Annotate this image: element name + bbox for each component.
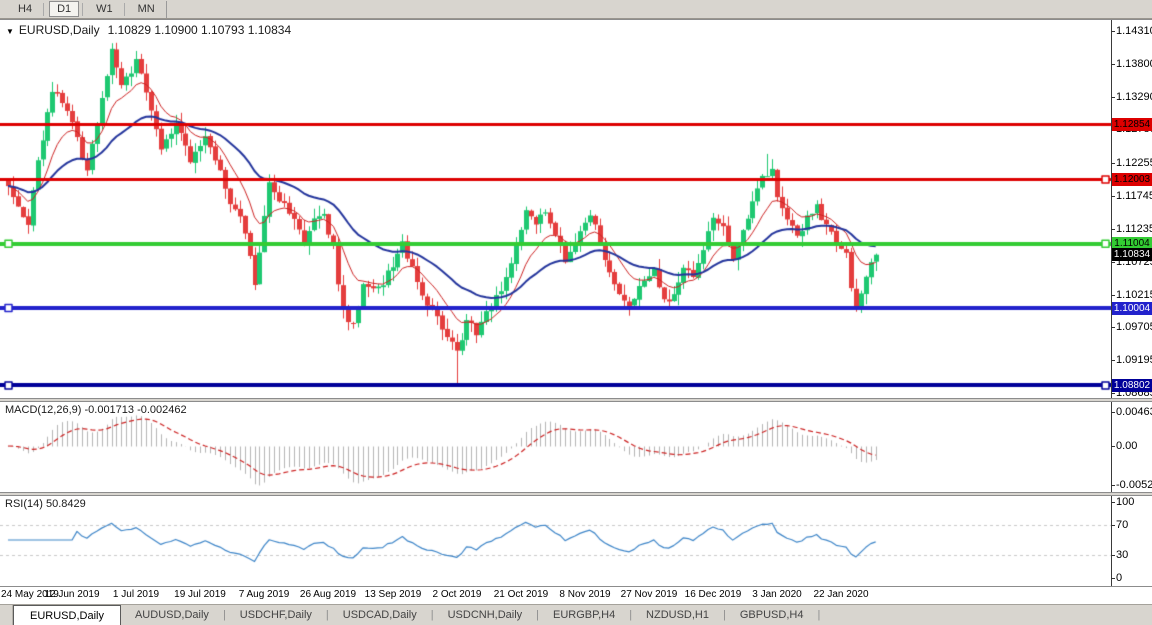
price-tick-label: 1.11745 xyxy=(1116,190,1152,202)
price-tick-label: 1.14310 xyxy=(1116,25,1152,37)
date-label: 3 Jan 2020 xyxy=(745,589,809,600)
toolbar-separator xyxy=(124,3,125,16)
tab-eurgbp-h4[interactable]: EURGBP,H4 xyxy=(539,605,629,625)
macd-name: MACD(12,26,9) xyxy=(5,404,81,416)
rsi-canvas[interactable] xyxy=(0,496,1111,586)
timeframe-button-h4[interactable]: H4 xyxy=(10,1,40,17)
rsi-value: 50.8429 xyxy=(46,498,86,510)
tab-usdchf-daily[interactable]: USDCHF,Daily xyxy=(226,605,326,625)
chart-symbol-label: EURUSD,Daily xyxy=(19,23,100,37)
main-chart-canvas[interactable] xyxy=(0,20,1111,398)
timeframe-button-mn[interactable]: MN xyxy=(130,1,163,17)
price-level-label[interactable]: 1.10004 xyxy=(1112,302,1152,315)
price-level-label[interactable]: 1.12003 xyxy=(1112,173,1152,186)
tab-audusd-daily[interactable]: AUDUSD,Daily xyxy=(121,605,223,625)
price-tick-label: 1.12255 xyxy=(1116,157,1152,169)
current-price-label: 1.10834 xyxy=(1112,248,1152,261)
price-tick-label: 1.09195 xyxy=(1116,354,1152,366)
price-tick-label: 1.10215 xyxy=(1116,289,1152,301)
toolbar-separator xyxy=(166,1,167,18)
chart-tab-bar: EURUSD,DailyAUDUSD,Daily|USDCHF,Daily|US… xyxy=(0,604,1152,625)
price-level-label[interactable]: 1.12854 xyxy=(1112,118,1152,131)
date-label: 7 Aug 2019 xyxy=(232,589,296,600)
macd-tick-label: 0.00 xyxy=(1116,440,1137,452)
rsi-panel: RSI(14) 50.8429 xyxy=(0,496,1112,586)
price-tick-label: 1.09705 xyxy=(1116,321,1152,333)
macd-tick-label: -0.005299 xyxy=(1116,479,1152,491)
date-label: 22 Jan 2020 xyxy=(809,589,873,600)
tab-separator: | xyxy=(817,605,820,625)
macd-values: -0.001713 -0.002462 xyxy=(84,404,186,416)
symbol-dropdown-icon[interactable]: ▼ xyxy=(6,27,14,36)
time-axis[interactable]: 24 May 201912 Jun 20191 Jul 201919 Jul 2… xyxy=(0,587,1152,604)
tab-usdcad-daily[interactable]: USDCAD,Daily xyxy=(329,605,431,625)
date-label: 26 Aug 2019 xyxy=(296,589,360,600)
macd-tick-label: 0.00463 xyxy=(1116,406,1152,418)
tab-usdcnh-daily[interactable]: USDCNH,Daily xyxy=(434,605,537,625)
rsi-tick-label: 100 xyxy=(1116,496,1134,508)
timeframe-button-w1[interactable]: W1 xyxy=(88,1,121,17)
rsi-name: RSI(14) xyxy=(5,498,43,510)
timeframe-button-d1[interactable]: D1 xyxy=(49,1,79,17)
main-chart-panel: ▼ EURUSD,Daily 1.10829 1.10900 1.10793 1.1… xyxy=(0,20,1112,398)
tab-nzdusd-h1[interactable]: NZDUSD,H1 xyxy=(632,605,723,625)
date-label: 21 Oct 2019 xyxy=(489,589,553,600)
price-tick-label: 1.11235 xyxy=(1116,223,1152,235)
date-label: 12 Jun 2019 xyxy=(40,589,104,600)
macd-panel: MACD(12,26,9) -0.001713 -0.002462 xyxy=(0,402,1112,492)
date-label: 13 Sep 2019 xyxy=(361,589,425,600)
price-level-label[interactable]: 1.08802 xyxy=(1112,379,1152,392)
date-label: 19 Jul 2019 xyxy=(168,589,232,600)
toolbar-separator xyxy=(82,3,83,16)
tab-gbpusd-h4[interactable]: GBPUSD,H4 xyxy=(726,605,818,625)
rsi-tick-label: 30 xyxy=(1116,549,1128,561)
date-label: 8 Nov 2019 xyxy=(553,589,617,600)
terminal-window: H4 D1 W1 MN ▼ EURUSD,Daily 1.10829 1.10900 1.… xyxy=(0,0,1152,625)
rsi-label: RSI(14) 50.8429 xyxy=(5,498,86,510)
date-label: 2 Oct 2019 xyxy=(425,589,489,600)
price-tick-label: 1.13800 xyxy=(1116,58,1152,70)
chart-title: ▼ EURUSD,Daily 1.10829 1.10900 1.10793 1.1… xyxy=(6,23,291,37)
chart-ohlc-values: 1.10829 1.10900 1.10793 1.10834 xyxy=(108,23,292,37)
rsi-tick-label: 0 xyxy=(1116,572,1122,584)
date-label: 16 Dec 2019 xyxy=(681,589,745,600)
price-tick-label: 1.13290 xyxy=(1116,91,1152,103)
toolbar-separator xyxy=(43,3,44,16)
date-label: 1 Jul 2019 xyxy=(104,589,168,600)
tab-eurusd-daily[interactable]: EURUSD,Daily xyxy=(13,605,121,625)
timeframe-toolbar: H4 D1 W1 MN xyxy=(0,0,1152,19)
macd-label: MACD(12,26,9) -0.001713 -0.002462 xyxy=(5,404,187,416)
rsi-tick-label: 70 xyxy=(1116,519,1128,531)
date-label: 27 Nov 2019 xyxy=(617,589,681,600)
